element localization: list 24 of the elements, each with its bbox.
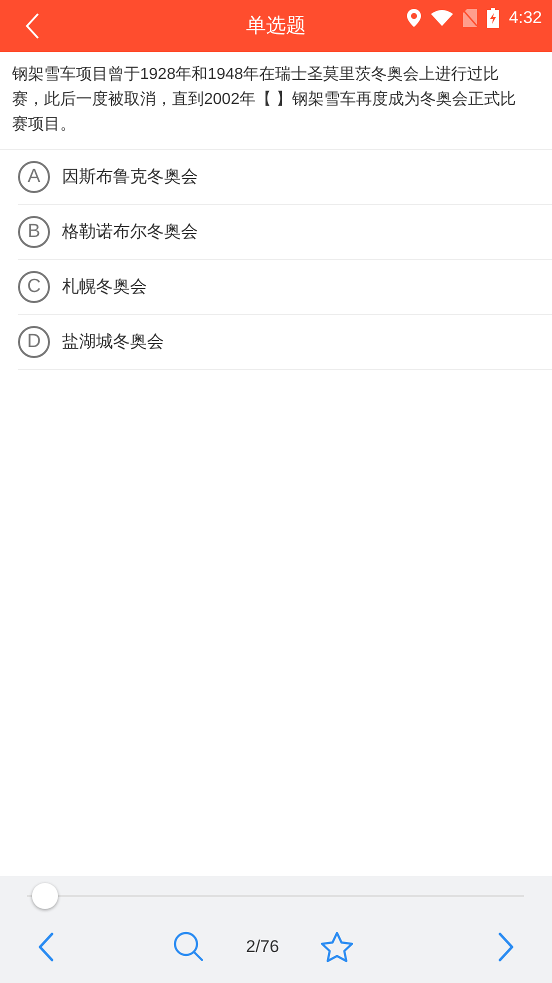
no-sim-icon (462, 8, 477, 27)
option-text: 格勒诺布尔冬奥会 (62, 221, 198, 244)
option-letter: B (18, 216, 50, 248)
option-text: 盐湖城冬奥会 (62, 331, 164, 354)
option-text: 札幌冬奥会 (62, 276, 147, 298)
page-title: 单选题 (246, 14, 306, 39)
answer-option[interactable]: A 因斯布鲁克冬奥会 (18, 150, 552, 205)
answer-option[interactable]: B 格勒诺布尔冬奥会 (18, 205, 552, 260)
option-letter: D (18, 326, 50, 358)
option-letter: C (18, 271, 50, 303)
search-button[interactable] (172, 930, 206, 964)
option-text: 因斯布鲁克冬奥会 (62, 166, 198, 188)
location-icon (406, 8, 421, 27)
favorite-button[interactable] (319, 929, 356, 965)
wifi-icon (430, 10, 453, 26)
status-time: 4:32 (508, 7, 542, 29)
page-counter: 2/76 (246, 936, 280, 958)
slider-thumb[interactable] (32, 883, 58, 909)
battery-charging-icon (486, 8, 499, 28)
answer-option[interactable]: C 札幌冬奥会 (18, 260, 552, 315)
progress-slider[interactable] (27, 883, 524, 909)
question-text: 钢架雪车项目曾于1928年和1948年在瑞士圣莫里茨冬奥会上进行过比赛，此后一度被取消，直到2002年【 】钢架雪车再度成为冬奥会正式比赛项目。 (0, 52, 552, 150)
option-letter: A (18, 161, 50, 193)
answer-option[interactable]: D 盐湖城冬奥会 (18, 315, 552, 370)
